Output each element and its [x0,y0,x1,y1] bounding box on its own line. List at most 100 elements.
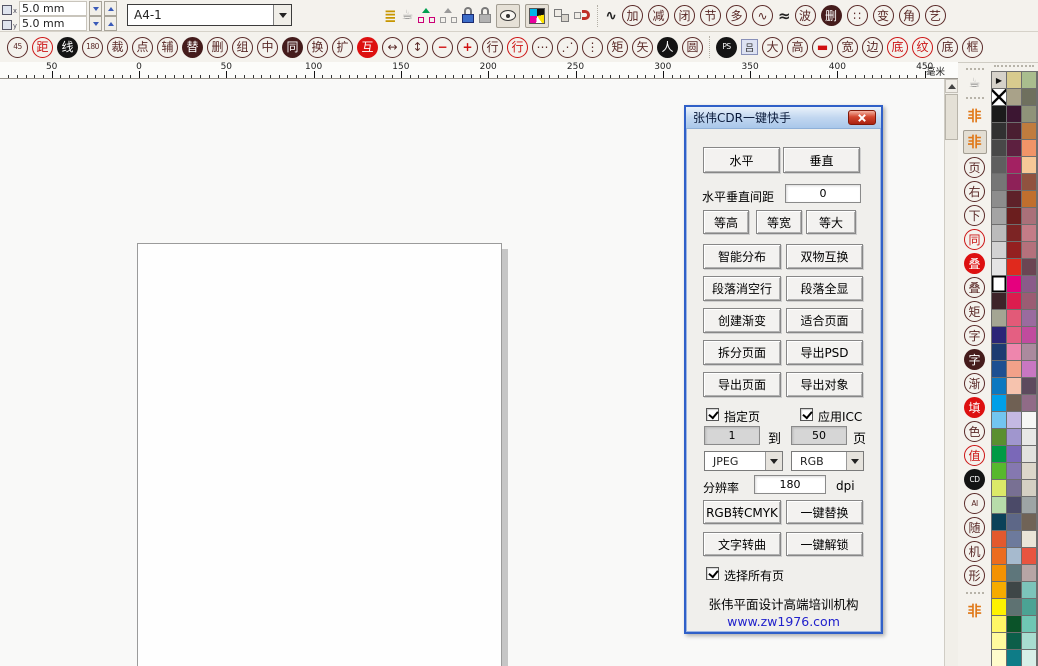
color-swatch[interactable] [1022,361,1036,377]
icon-圆[interactable]: 圆 [682,37,703,58]
scroll-up-button[interactable] [945,79,958,93]
zw-plugin-icon-active[interactable]: 非 [963,130,987,154]
checkbox-select-all-pages[interactable] [706,567,719,580]
color-swatch[interactable] [992,633,1006,649]
snap-magnet-icon[interactable] [574,9,590,22]
v-space-icon[interactable]: ↕ [407,37,428,58]
color-swatch[interactable] [1022,259,1036,275]
color-swatch[interactable] [1007,344,1021,360]
color-swatch[interactable] [1007,650,1021,666]
icon-矩[interactable]: 矩 [964,301,985,322]
cd-icon[interactable]: CD [964,469,985,490]
wave-icon[interactable]: ∿ [605,8,617,24]
color-swatch[interactable] [992,616,1006,632]
dialog-button-等大[interactable]: 等大 [806,210,856,234]
footer-link[interactable]: www.zw1976.com [686,614,881,629]
icon-同[interactable]: 同 [282,37,303,58]
grid-icon[interactable]: 吕 [741,39,758,55]
color-swatch[interactable] [992,293,1006,309]
color-swatch[interactable] [1007,395,1021,411]
color-swatch[interactable] [1007,463,1021,479]
dialog-button-等高[interactable]: 等高 [703,210,749,234]
color-swatch[interactable] [1022,225,1036,241]
icon-矩[interactable]: 矩 [607,37,628,58]
color-swatch[interactable] [992,429,1006,445]
color-swatch[interactable] [1022,497,1036,513]
format-dropdown-icon[interactable] [765,452,782,470]
color-swatch[interactable] [992,106,1006,122]
h-space-icon[interactable]: ↔ [382,37,403,58]
dialog-button-RGB转CMYK[interactable]: RGB转CMYK [703,500,781,524]
icon-宽[interactable]: 宽 [837,37,858,58]
color-swatch[interactable] [1007,140,1021,156]
person-icon[interactable]: 人 [657,37,678,58]
color-swatch[interactable] [1007,123,1021,139]
color-swatch-selected[interactable] [992,276,1006,292]
color-swatch[interactable] [992,463,1006,479]
icon-机[interactable]: 机 [964,541,985,562]
color-swatch[interactable] [992,191,1006,207]
ai-icon[interactable]: AI [964,493,985,514]
dialog-button-垂直[interactable]: 垂直 [783,147,860,173]
icon-字[interactable]: 字 [964,349,985,370]
color-swatch[interactable] [992,242,1006,258]
icon-底[interactable]: 底 [937,37,958,58]
color-swatch[interactable] [1007,106,1021,122]
icon-艺[interactable]: 艺 [925,5,946,26]
unlock-icon[interactable] [479,7,491,24]
icon-色[interactable]: 色 [964,421,985,442]
add-row-icon[interactable]: 行 [507,37,528,58]
color-swatch[interactable] [1022,429,1036,445]
icon-同[interactable]: 同 [964,229,985,250]
color-swatch[interactable] [1022,208,1036,224]
icon-组[interactable]: 组 [232,37,253,58]
color-swatch[interactable] [1007,174,1021,190]
icon-叠[interactable]: 叠 [964,277,985,298]
color-swatch[interactable] [1022,378,1036,394]
color-swatch[interactable] [992,344,1006,360]
color-swatch[interactable] [1007,157,1021,173]
color-swatch[interactable] [1007,429,1021,445]
color-swatch[interactable] [1007,514,1021,530]
bullet-list-icon[interactable]: ≣ [384,7,397,25]
color-swatch[interactable] [1022,633,1036,649]
icon-中[interactable]: 中 [257,37,278,58]
color-swatch[interactable] [992,395,1006,411]
spacing-input[interactable] [785,184,861,203]
icon-180[interactable]: 180 [82,37,103,58]
color-swatch[interactable] [1022,531,1036,547]
icon-减[interactable]: 减 [648,5,669,26]
color-swatch[interactable] [1022,157,1036,173]
overlap-squares-icon[interactable] [554,9,569,22]
dialog-button-导出页面[interactable]: 导出页面 [703,372,781,397]
resolution-input[interactable] [754,475,826,494]
color-swatch[interactable] [1007,548,1021,564]
color-swatch[interactable] [1022,463,1036,479]
color-swatch[interactable] [992,157,1006,173]
color-swatch[interactable] [992,497,1006,513]
cup-icon[interactable]: ☕ [402,8,414,23]
dialog-button-导出PSD[interactable]: 导出PSD [786,340,863,365]
color-swatch[interactable] [1022,412,1036,428]
cup-icon[interactable]: ☕ [969,76,981,91]
color-swatch[interactable] [1007,446,1021,462]
color-swatch[interactable] [1007,208,1021,224]
color-swatch[interactable] [1022,582,1036,598]
icon-矢[interactable]: 矢 [632,37,653,58]
group-colored-icon[interactable] [418,8,435,23]
color-swatch[interactable] [1007,225,1021,241]
format-select[interactable]: JPEG [704,451,783,471]
group-gray-icon[interactable] [440,8,457,23]
icon-替[interactable]: 替 [182,37,203,58]
icon-角[interactable]: 角 [899,5,920,26]
color-swatch[interactable] [1022,327,1036,343]
dialog-button-一键替换[interactable]: 一键替换 [786,500,863,524]
zw-plugin-icon2[interactable]: 非 [964,600,986,622]
color-swatch[interactable] [1022,174,1036,190]
color-swatch[interactable] [1007,293,1021,309]
icon-闭[interactable]: 闭 [674,5,695,26]
icon-形[interactable]: 形 [964,565,985,586]
color-swatch[interactable] [992,208,1006,224]
palette-grip[interactable] [994,65,1034,67]
color-swatch[interactable] [992,378,1006,394]
